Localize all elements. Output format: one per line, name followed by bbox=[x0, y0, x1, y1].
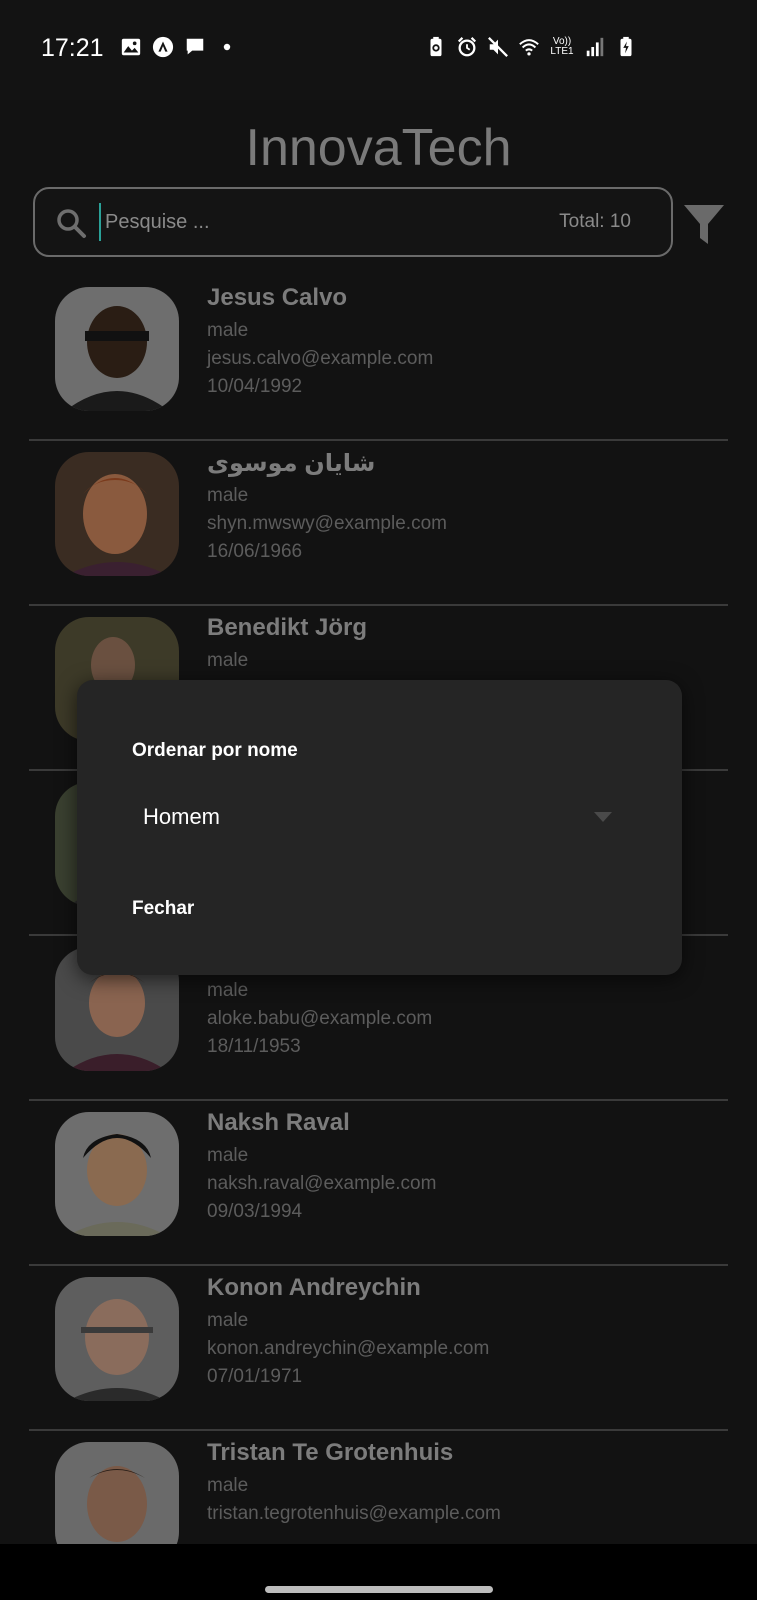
close-button[interactable]: Fechar bbox=[132, 898, 194, 920]
status-right-icons: Vo)) LTE1 bbox=[425, 36, 637, 58]
battery-icon bbox=[615, 36, 637, 58]
user-email: tristan.tegrotenhuis@example.com bbox=[207, 1503, 501, 1524]
signal-icon bbox=[584, 36, 606, 58]
dot-icon bbox=[216, 36, 238, 58]
app-title: InnovaTech bbox=[245, 119, 512, 177]
status-bar: 17:21 Vo)) LTE1 bbox=[0, 0, 757, 100]
nav-bar bbox=[0, 1544, 757, 1600]
list-item[interactable]: شايان موسوی male shyn.mwswy@example.com … bbox=[29, 441, 728, 606]
gender-select[interactable]: Homem bbox=[132, 790, 622, 842]
dialog-title: Ordenar por nome bbox=[132, 740, 298, 761]
search-bar[interactable]: Total: 10 bbox=[33, 187, 673, 257]
user-email: aloke.babu@example.com bbox=[207, 1008, 433, 1029]
search-icon bbox=[57, 209, 86, 238]
avatar bbox=[55, 1112, 179, 1236]
user-gender: male bbox=[207, 650, 249, 671]
user-dob: 18/11/1953 bbox=[207, 1036, 301, 1057]
home-handle[interactable] bbox=[265, 1586, 493, 1593]
user-gender: male bbox=[207, 485, 249, 506]
message-icon bbox=[184, 36, 206, 58]
mute-icon bbox=[487, 36, 509, 58]
filter-icon[interactable] bbox=[682, 202, 726, 248]
user-name: Tristan Te Grotenhuis bbox=[207, 1439, 454, 1466]
avatar bbox=[55, 1442, 179, 1544]
wifi-icon bbox=[518, 36, 540, 58]
selected-option: Homem bbox=[143, 804, 221, 829]
avatar bbox=[55, 452, 179, 576]
user-email: naksh.raval@example.com bbox=[207, 1173, 437, 1194]
user-name: Jesus Calvo bbox=[207, 284, 348, 311]
user-email: konon.andreychin@example.com bbox=[207, 1338, 490, 1359]
user-gender: male bbox=[207, 320, 249, 341]
battery-saver-icon bbox=[425, 36, 447, 58]
user-email: jesus.calvo@example.com bbox=[207, 348, 434, 369]
list-item[interactable]: Tristan Te Grotenhuis male tristan.tegro… bbox=[29, 1431, 728, 1544]
total-count: Total: 10 bbox=[559, 211, 631, 232]
network-label: Vo)) LTE1 bbox=[550, 36, 574, 57]
nav-a-icon bbox=[152, 36, 174, 58]
chevron-down-icon bbox=[594, 812, 612, 822]
status-time: 17:21 bbox=[41, 34, 104, 62]
list-item[interactable]: Naksh Raval male naksh.raval@example.com… bbox=[29, 1101, 728, 1266]
user-dob: 16/06/1966 bbox=[207, 541, 303, 562]
user-gender: male bbox=[207, 980, 249, 1001]
user-name: Konon Andreychin bbox=[207, 1274, 421, 1301]
sort-dialog: Ordenar por nome Homem Fechar bbox=[77, 680, 682, 975]
user-name: شايان موسوی bbox=[207, 450, 376, 477]
user-gender: male bbox=[207, 1475, 249, 1496]
user-name: Benedikt Jörg bbox=[207, 614, 368, 641]
avatar bbox=[55, 287, 179, 411]
user-name: Naksh Raval bbox=[207, 1109, 350, 1136]
search-input[interactable] bbox=[99, 203, 499, 241]
status-left-icons bbox=[120, 36, 238, 58]
user-gender: male bbox=[207, 1310, 249, 1331]
alarm-icon bbox=[456, 36, 478, 58]
user-email: shyn.mwswy@example.com bbox=[207, 513, 447, 534]
gallery-icon bbox=[120, 36, 142, 58]
avatar bbox=[55, 1277, 179, 1401]
user-dob: 10/04/1992 bbox=[207, 376, 303, 397]
list-item[interactable]: Konon Andreychin male konon.andreychin@e… bbox=[29, 1266, 728, 1431]
user-gender: male bbox=[207, 1145, 249, 1166]
list-item[interactable]: Jesus Calvo male jesus.calvo@example.com… bbox=[29, 276, 728, 441]
user-dob: 09/03/1994 bbox=[207, 1201, 303, 1222]
user-dob: 07/01/1971 bbox=[207, 1366, 303, 1387]
